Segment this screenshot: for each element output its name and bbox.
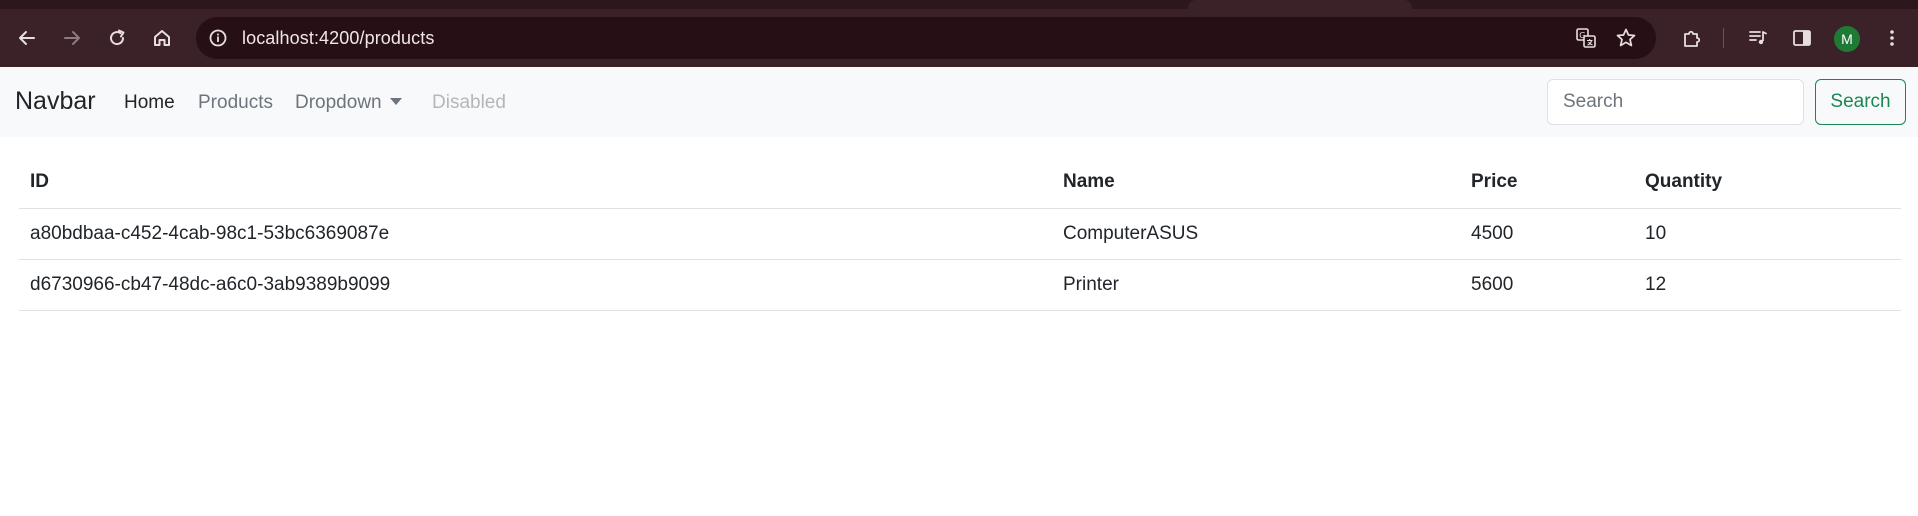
nav-dropdown-label: Dropdown xyxy=(295,92,382,113)
profile-avatar[interactable]: M xyxy=(1834,26,1860,52)
nav-link-home[interactable]: Home xyxy=(124,92,175,114)
side-panel-icon xyxy=(1793,30,1811,46)
media-controls-button[interactable] xyxy=(1742,22,1774,54)
reload-button[interactable] xyxy=(101,22,133,54)
tab-strip xyxy=(0,0,1918,9)
search-button[interactable]: Search xyxy=(1815,79,1906,125)
table-header-row: ID Name Price Quantity xyxy=(19,157,1901,209)
nav-link-disabled: Disabled xyxy=(432,92,506,113)
extensions-button[interactable] xyxy=(1676,22,1708,54)
nav-link-products[interactable]: Products xyxy=(198,92,273,114)
arrow-right-icon xyxy=(64,31,80,45)
column-header-price: Price xyxy=(1460,157,1634,209)
cell-id: d6730966-cb47-48dc-a6c0-3ab9389b9099 xyxy=(19,259,1052,311)
cell-name: ComputerASUS xyxy=(1052,208,1460,260)
translate-icon: G xyxy=(1576,28,1596,48)
reload-icon xyxy=(110,29,125,46)
caret-down-icon xyxy=(389,98,402,105)
toolbar-separator xyxy=(1723,28,1724,48)
table-row: a80bdbaa-c452-4cab-98c1-53bc6369087e Com… xyxy=(19,208,1901,260)
active-tab[interactable] xyxy=(1188,0,1412,9)
browser-menu-button[interactable] xyxy=(1876,22,1908,54)
home-button[interactable] xyxy=(146,22,178,54)
table-row: d6730966-cb47-48dc-a6c0-3ab9389b9099 Pri… xyxy=(19,259,1901,311)
column-header-quantity: Quantity xyxy=(1634,157,1901,209)
cell-name: Printer xyxy=(1052,259,1460,311)
column-header-id: ID xyxy=(19,157,1052,209)
browser-toolbar: localhost:4200/products G M xyxy=(0,9,1918,67)
products-table-container: ID Name Price Quantity a80bdbaa-c452-4ca… xyxy=(19,157,1901,311)
svg-text:G: G xyxy=(1579,31,1585,40)
star-icon xyxy=(1616,28,1636,47)
forward-button[interactable] xyxy=(56,22,88,54)
search-input[interactable] xyxy=(1547,79,1804,125)
media-queue-icon xyxy=(1749,31,1767,45)
cell-quantity: 10 xyxy=(1634,208,1901,260)
translate-button[interactable]: G xyxy=(1572,24,1600,52)
bookmark-button[interactable] xyxy=(1612,24,1640,52)
arrow-left-icon xyxy=(19,31,35,45)
cell-price: 5600 xyxy=(1460,259,1634,311)
site-info-button[interactable] xyxy=(204,24,232,52)
browser-chrome: localhost:4200/products G M xyxy=(0,0,1918,67)
cell-quantity: 12 xyxy=(1634,259,1901,311)
info-circle-icon xyxy=(209,29,227,47)
address-url[interactable]: localhost:4200/products xyxy=(242,28,434,49)
three-dots-icon xyxy=(1890,30,1894,46)
address-bar[interactable]: localhost:4200/products G xyxy=(196,17,1656,59)
column-header-name: Name xyxy=(1052,157,1460,209)
cell-id: a80bdbaa-c452-4cab-98c1-53bc6369087e xyxy=(19,208,1052,260)
back-button[interactable] xyxy=(11,22,43,54)
side-panel-button[interactable] xyxy=(1786,22,1818,54)
nav-dropdown-toggle[interactable]: Dropdown xyxy=(295,92,402,114)
puzzle-icon xyxy=(1684,30,1701,47)
app-navbar: Navbar Home Products Dropdown Disabled S… xyxy=(0,67,1918,137)
home-icon xyxy=(154,30,170,46)
navbar-brand[interactable]: Navbar xyxy=(15,87,96,116)
products-table: ID Name Price Quantity a80bdbaa-c452-4ca… xyxy=(19,157,1901,311)
cell-price: 4500 xyxy=(1460,208,1634,260)
